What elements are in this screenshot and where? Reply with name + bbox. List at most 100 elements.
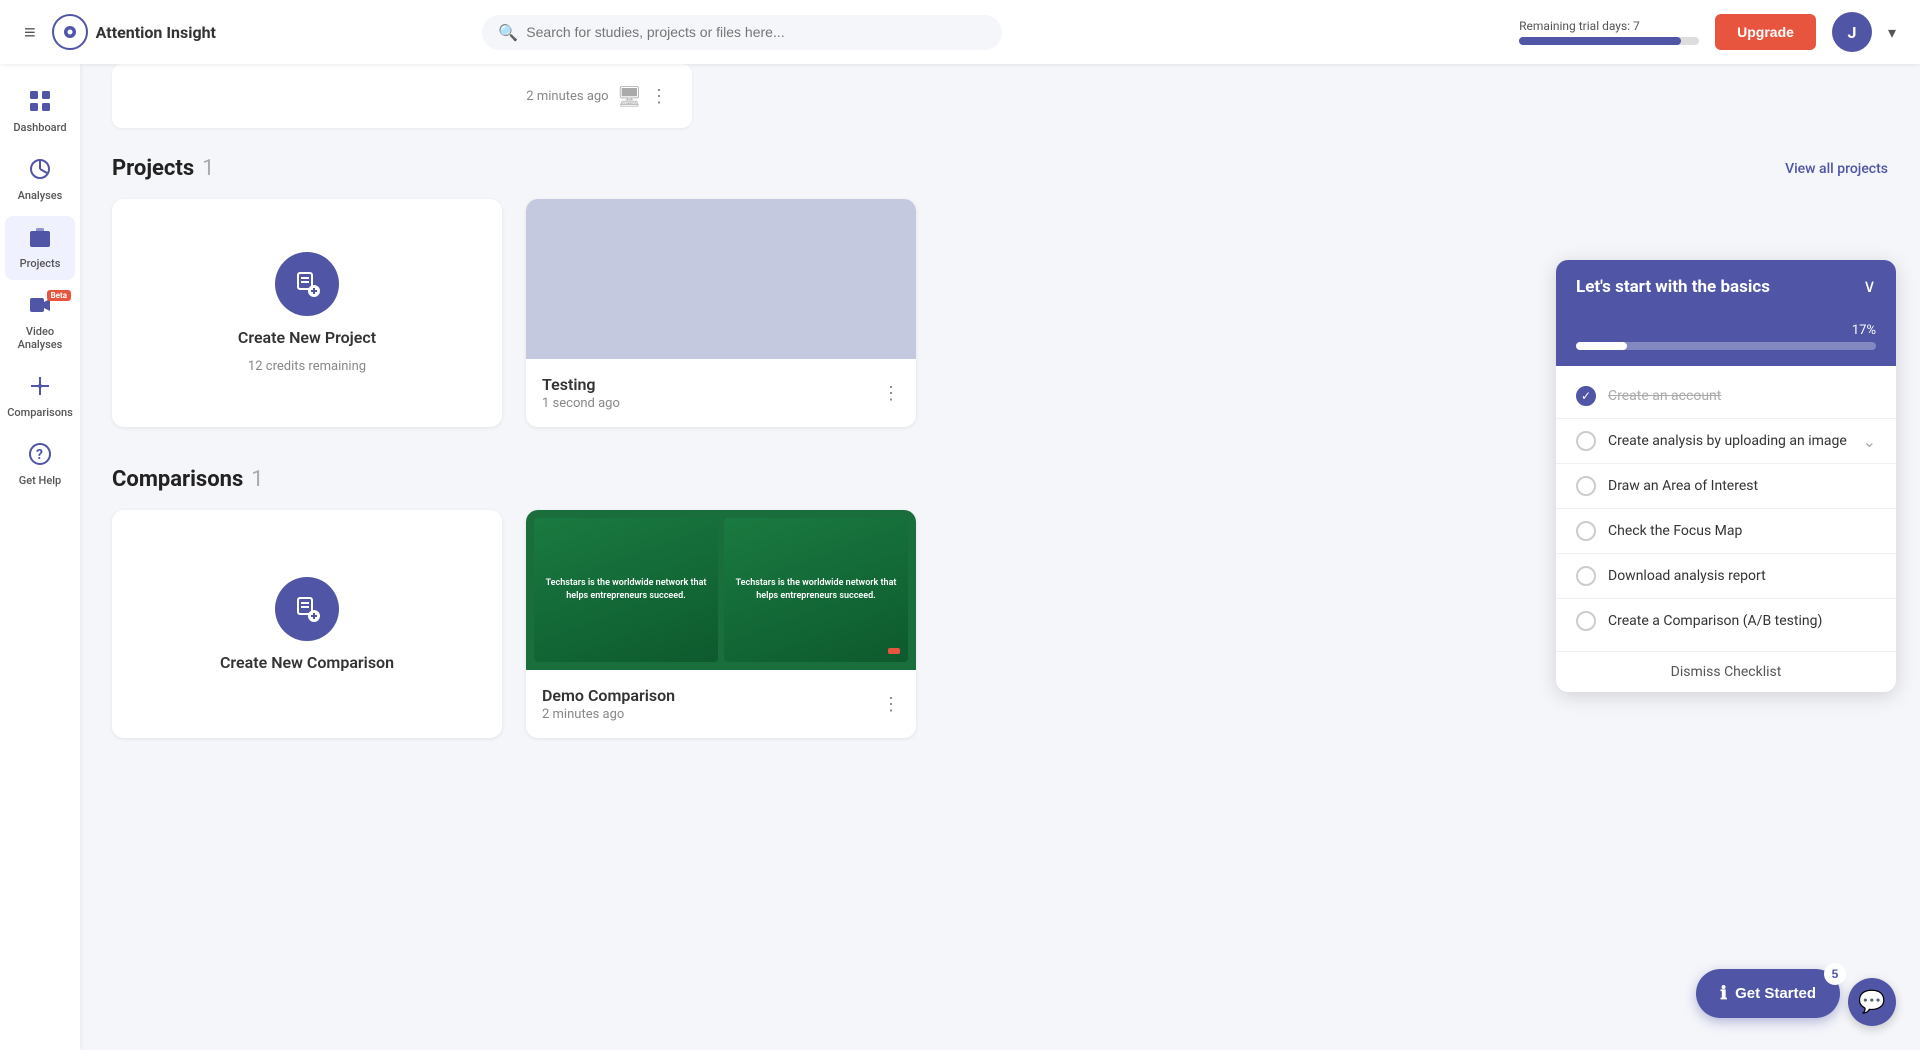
comp-text-right: Techstars is the worldwide network that … xyxy=(724,518,908,662)
checklist-item-check-focus[interactable]: Check the Focus Map xyxy=(1556,509,1896,554)
comp-img-left: Techstars is the worldwide network that … xyxy=(534,518,718,662)
comparison-more-icon[interactable]: ⋮ xyxy=(882,694,900,715)
get-started-icon: ℹ xyxy=(1720,983,1727,1004)
project-thumbnail xyxy=(526,199,916,359)
trial-bar-fill xyxy=(1519,37,1681,45)
search-input[interactable] xyxy=(526,24,986,40)
sidebar-item-comparisons[interactable]: Comparisons xyxy=(5,365,75,429)
project-more-icon[interactable]: ⋮ xyxy=(882,383,900,404)
ci-check-create-account: ✓ xyxy=(1581,389,1591,403)
nav-right: Remaining trial days: 7 Upgrade J ▾ xyxy=(1519,12,1896,52)
checklist-item-create-analysis[interactable]: Create analysis by uploading an image ⌄ xyxy=(1556,419,1896,464)
comparison-name: Demo Comparison xyxy=(542,686,675,705)
project-card-info: Testing 1 second ago ⋮ xyxy=(526,359,916,427)
logo-link[interactable]: Attention Insight xyxy=(52,14,216,50)
ci-label-draw-area: Draw an Area of Interest xyxy=(1608,478,1876,494)
sidebar-label-dashboard: Dashboard xyxy=(13,121,66,134)
sidebar: Dashboard Analyses Projects Beta xyxy=(0,64,80,1050)
create-project-label: Create New Project xyxy=(238,328,376,347)
sidebar-label-comparisons: Comparisons xyxy=(7,406,73,419)
monitor-icon: 🖥 xyxy=(617,84,642,108)
get-started-badge: 5 xyxy=(1824,963,1846,985)
sidebar-item-dashboard[interactable]: Dashboard xyxy=(5,80,75,144)
checklist-progress-pct: 17% xyxy=(1852,323,1876,338)
logo-text: Attention Insight xyxy=(96,23,216,42)
sidebar-item-analyses[interactable]: Analyses xyxy=(5,148,75,212)
comparisons-title: Comparisons 1 xyxy=(112,467,264,492)
search-bar: 🔍 xyxy=(482,15,1002,50)
projects-section-header: Projects 1 View all projects xyxy=(112,156,1888,181)
topnav: ≡ Attention Insight 🔍 Remaining trial da… xyxy=(0,0,1920,64)
trial-info: Remaining trial days: 7 xyxy=(1519,19,1699,45)
sidebar-label-video-analyses: Video Analyses xyxy=(13,325,67,351)
get-started-button[interactable]: 5 ℹ Get Started xyxy=(1696,969,1840,1018)
get-started-label: Get Started xyxy=(1735,985,1816,1002)
ci-expand-create-analysis[interactable]: ⌄ xyxy=(1863,432,1876,451)
ci-radio-check-focus xyxy=(1576,521,1596,541)
sidebar-label-analyses: Analyses xyxy=(18,189,63,202)
project-time: 1 second ago xyxy=(542,396,620,411)
checklist-item-draw-area[interactable]: Draw an Area of Interest xyxy=(1556,464,1896,509)
beta-badge: Beta xyxy=(47,290,71,301)
chat-icon: 💬 xyxy=(1858,990,1885,1015)
ci-label-download-report: Download analysis report xyxy=(1608,568,1876,584)
credits-remaining: 12 credits remaining xyxy=(248,359,366,374)
checklist-bar-fill xyxy=(1576,342,1627,350)
checklist-item-create-comparison[interactable]: Create a Comparison (A/B testing) xyxy=(1556,599,1896,643)
ci-radio-draw-area xyxy=(1576,476,1596,496)
checklist-collapse-icon[interactable]: ∨ xyxy=(1863,276,1876,297)
upgrade-button[interactable]: Upgrade xyxy=(1715,14,1816,50)
get-help-icon: ? xyxy=(29,443,51,470)
comp-text-left: Techstars is the worldwide network that … xyxy=(534,518,718,662)
projects-title: Projects 1 xyxy=(112,156,215,181)
create-project-icon xyxy=(275,252,339,316)
avatar[interactable]: J xyxy=(1832,12,1872,52)
comp-img-right: Techstars is the worldwide network that … xyxy=(724,518,908,662)
sidebar-item-projects[interactable]: Projects xyxy=(5,216,75,280)
avatar-caret-icon[interactable]: ▾ xyxy=(1888,23,1896,42)
comparison-card-info: Demo Comparison 2 minutes ago ⋮ xyxy=(526,670,916,738)
sidebar-item-video-analyses[interactable]: Beta Video Analyses xyxy=(5,284,75,361)
checklist-item-create-account[interactable]: ✓ Create an account xyxy=(1556,374,1896,419)
prev-item-time: 2 minutes ago xyxy=(526,89,608,104)
ci-label-create-analysis: Create analysis by uploading an image xyxy=(1608,433,1851,449)
checklist-header: Let's start with the basics ∨ xyxy=(1556,260,1896,313)
create-comparison-label: Create New Comparison xyxy=(220,653,394,672)
checklist-dismiss-button[interactable]: Dismiss Checklist xyxy=(1556,651,1896,692)
comparisons-icon xyxy=(29,375,51,402)
trial-label: Remaining trial days: 7 xyxy=(1519,19,1699,33)
ci-label-create-comparison: Create a Comparison (A/B testing) xyxy=(1608,613,1876,629)
project-card-testing[interactable]: Testing 1 second ago ⋮ xyxy=(526,199,916,427)
projects-icon xyxy=(29,226,51,253)
comp-badge xyxy=(888,648,900,654)
ci-radio-download-report xyxy=(1576,566,1596,586)
checklist-item-download-report[interactable]: Download analysis report xyxy=(1556,554,1896,599)
hamburger-icon[interactable]: ≡ xyxy=(24,20,36,45)
sidebar-label-projects: Projects xyxy=(20,257,61,270)
comparison-time: 2 minutes ago xyxy=(542,707,675,722)
prev-item-card: 2 minutes ago 🖥 ⋮ xyxy=(112,64,692,128)
ci-label-create-account: Create an account xyxy=(1608,388,1876,404)
svg-text:?: ? xyxy=(36,447,43,463)
logo-icon xyxy=(52,14,88,50)
create-comparison-card[interactable]: Create New Comparison xyxy=(112,510,502,738)
checklist-items: ✓ Create an account Create analysis by u… xyxy=(1556,366,1896,651)
comparison-thumbnail: Techstars is the worldwide network that … xyxy=(526,510,916,670)
ci-radio-create-account: ✓ xyxy=(1576,386,1596,406)
sidebar-label-get-help: Get Help xyxy=(19,474,61,487)
ci-radio-create-comparison xyxy=(1576,611,1596,631)
prev-item-actions: 2 minutes ago 🖥 ⋮ xyxy=(526,84,668,108)
sidebar-item-get-help[interactable]: ? Get Help xyxy=(5,433,75,497)
ci-label-check-focus: Check the Focus Map xyxy=(1608,523,1876,539)
checklist-title: Let's start with the basics xyxy=(1576,277,1770,297)
comparisons-count: 1 xyxy=(251,467,263,492)
dashboard-icon xyxy=(29,90,51,117)
analyses-icon xyxy=(29,158,51,185)
checklist-progress: 17% xyxy=(1556,313,1896,366)
create-project-card[interactable]: Create New Project 12 credits remaining xyxy=(112,199,502,427)
view-all-projects-link[interactable]: View all projects xyxy=(1785,161,1888,177)
chat-widget[interactable]: 💬 xyxy=(1848,978,1896,1026)
prev-item-more-icon[interactable]: ⋮ xyxy=(650,86,668,107)
comparison-card-demo[interactable]: Techstars is the worldwide network that … xyxy=(526,510,916,738)
create-comparison-icon xyxy=(275,577,339,641)
